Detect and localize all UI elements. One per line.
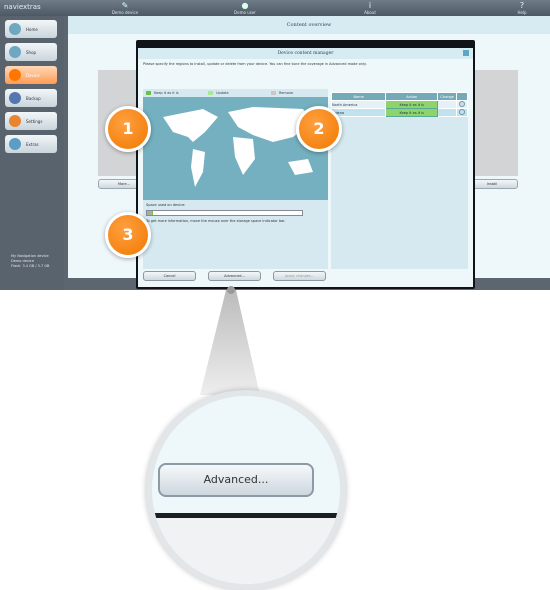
zoom-magnifier: Advanced... [146,390,346,590]
advanced-button-zoomed: Advanced... [158,463,314,497]
